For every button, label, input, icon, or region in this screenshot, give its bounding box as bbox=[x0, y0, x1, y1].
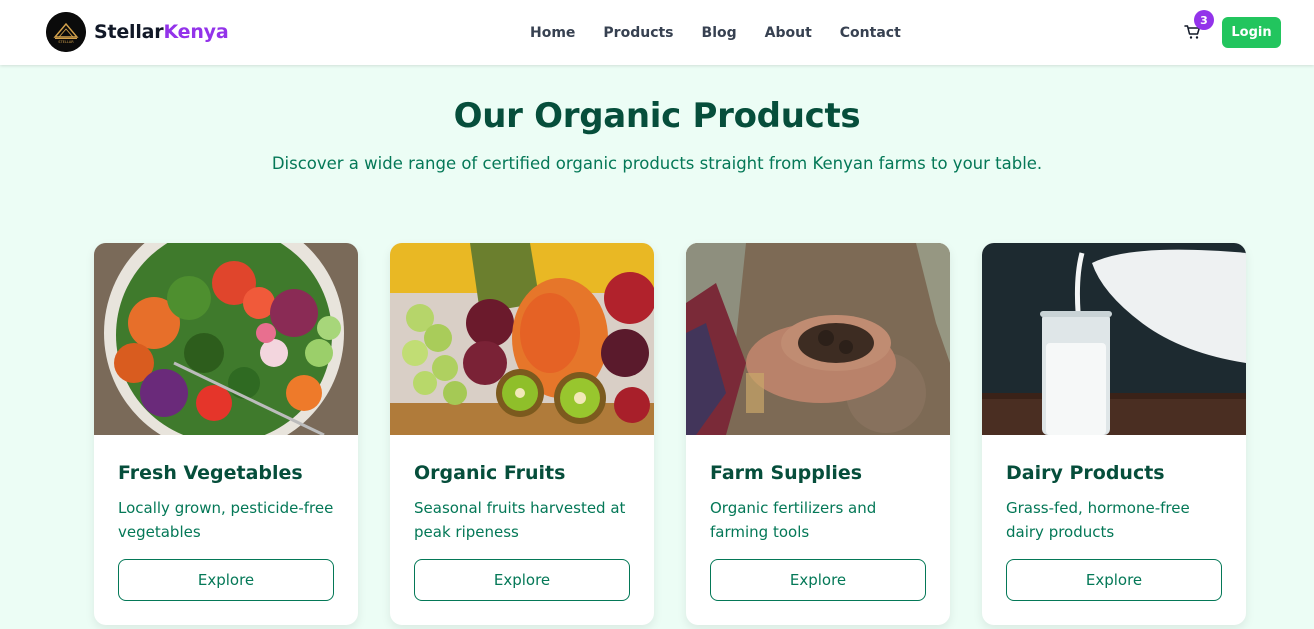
explore-button-dairy[interactable]: Explore bbox=[1006, 559, 1222, 601]
explore-button-farm-supplies[interactable]: Explore bbox=[710, 559, 926, 601]
soil-in-hands-image bbox=[686, 243, 950, 435]
brand-name: StellarKenya bbox=[94, 21, 229, 43]
nav-link-blog[interactable]: Blog bbox=[702, 25, 737, 41]
product-title: Fresh Vegetables bbox=[118, 462, 303, 484]
nav-link-products[interactable]: Products bbox=[603, 25, 673, 41]
product-description: Grass-fed, hormone-free dairy products bbox=[1006, 499, 1190, 541]
explore-button-vegetables[interactable]: Explore bbox=[118, 559, 334, 601]
brand-link[interactable]: STELLAR StellarKenya bbox=[46, 12, 229, 52]
product-card-vegetables: Fresh Vegetables Locally grown, pesticid… bbox=[94, 243, 358, 625]
milk-pouring-image bbox=[982, 243, 1246, 435]
product-title: Farm Supplies bbox=[710, 462, 863, 484]
brand-logo: STELLAR bbox=[46, 12, 86, 52]
logo-text: STELLAR bbox=[58, 40, 74, 44]
nav-link-home[interactable]: Home bbox=[530, 25, 575, 41]
nav-link-contact[interactable]: Contact bbox=[840, 25, 901, 41]
page-subtitle: Discover a wide range of certified organ… bbox=[271, 154, 1043, 173]
login-button[interactable]: Login bbox=[1222, 17, 1281, 48]
brand-logo-mark: STELLAR bbox=[46, 12, 86, 52]
product-cards: Fresh Vegetables Locally grown, pesticid… bbox=[94, 243, 1246, 625]
product-title: Dairy Products bbox=[1006, 462, 1165, 484]
page-title: Our Organic Products bbox=[453, 96, 861, 136]
product-card-dairy: Dairy Products Grass-fed, hormone-free d… bbox=[982, 243, 1246, 625]
product-description: Locally grown, pesticide-free vegetables bbox=[118, 499, 334, 541]
brand-name-part1: Stellar bbox=[94, 21, 164, 43]
explore-button-fruits[interactable]: Explore bbox=[414, 559, 630, 601]
product-title: Organic Fruits bbox=[414, 462, 566, 484]
product-card-fruits: Organic Fruits Seasonal fruits harvested… bbox=[390, 243, 654, 625]
cart-count-badge: 3 bbox=[1194, 10, 1214, 30]
brand-name-part2: Kenya bbox=[163, 21, 229, 43]
fruit-basket-image bbox=[390, 243, 654, 435]
nav-links: Home Products Blog About Contact bbox=[530, 0, 929, 65]
product-description: Organic fertilizers and farming tools bbox=[710, 499, 877, 541]
top-navbar: STELLAR StellarKenya Home Products Blog … bbox=[0, 0, 1314, 65]
product-description: Seasonal fruits harvested at peak ripene… bbox=[414, 499, 626, 541]
product-card-farm-supplies: Farm Supplies Organic fertilizers and fa… bbox=[686, 243, 950, 625]
vegetable-salad-image bbox=[94, 243, 358, 435]
nav-link-about[interactable]: About bbox=[765, 25, 812, 41]
